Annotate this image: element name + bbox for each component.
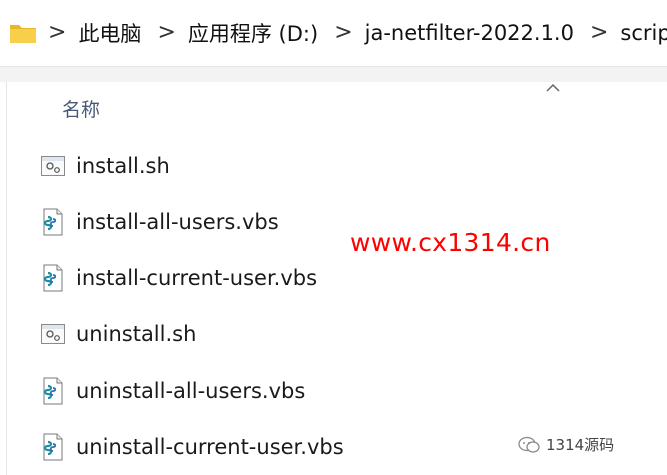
file-name: install-current-user.vbs: [76, 266, 318, 290]
breadcrumb-drive-d[interactable]: 应用程序 (D:): [188, 18, 318, 48]
toolbar-divider: [0, 66, 667, 83]
list-item[interactable]: install-current-user.vbs: [40, 258, 317, 298]
breadcrumb-scripts-folder[interactable]: scripts: [620, 21, 667, 45]
breadcrumb-ja-netfilter-folder[interactable]: ja-netfilter-2022.1.0: [365, 21, 574, 45]
sort-ascending-icon: [546, 83, 560, 92]
chevron-right-icon[interactable]: >: [590, 22, 608, 44]
vbscript-file-icon: [43, 208, 63, 236]
file-name: install-all-users.vbs: [76, 210, 279, 234]
file-name: uninstall-all-users.vbs: [76, 379, 306, 403]
nav-pane-divider: [6, 82, 7, 475]
vbscript-file-icon: [43, 433, 63, 461]
badge-label: 1314源码: [546, 436, 615, 454]
address-bar[interactable]: > 此电脑 > 应用程序 (D:) > ja-netfilter-2022.1.…: [0, 0, 667, 66]
chevron-right-icon[interactable]: >: [157, 22, 175, 44]
vbscript-file-icon: [43, 377, 63, 405]
file-name: install.sh: [76, 154, 170, 178]
source-badge: 1314源码: [518, 434, 614, 455]
shell-script-file-icon: [41, 156, 65, 176]
chevron-right-icon[interactable]: >: [48, 22, 66, 44]
breadcrumb-this-pc[interactable]: 此电脑: [78, 18, 141, 48]
watermark-url: www.cx1314.cn: [350, 228, 551, 257]
chevron-right-icon[interactable]: >: [334, 22, 352, 44]
folder-icon: [10, 25, 36, 43]
file-name: uninstall.sh: [76, 322, 197, 346]
list-item[interactable]: uninstall.sh: [40, 314, 196, 354]
list-item[interactable]: install-all-users.vbs: [40, 202, 279, 242]
wechat-icon: [518, 436, 540, 453]
column-header-name[interactable]: 名称: [62, 95, 100, 122]
list-item[interactable]: uninstall-all-users.vbs: [40, 371, 305, 411]
file-name: uninstall-current-user.vbs: [76, 435, 344, 459]
shell-script-file-icon: [41, 324, 65, 344]
list-item[interactable]: install.sh: [40, 146, 170, 186]
list-item[interactable]: uninstall-current-user.vbs: [40, 427, 344, 467]
vbscript-file-icon: [43, 264, 63, 292]
breadcrumb: > 此电脑 > 应用程序 (D:) > ja-netfilter-2022.1.…: [40, 0, 667, 66]
